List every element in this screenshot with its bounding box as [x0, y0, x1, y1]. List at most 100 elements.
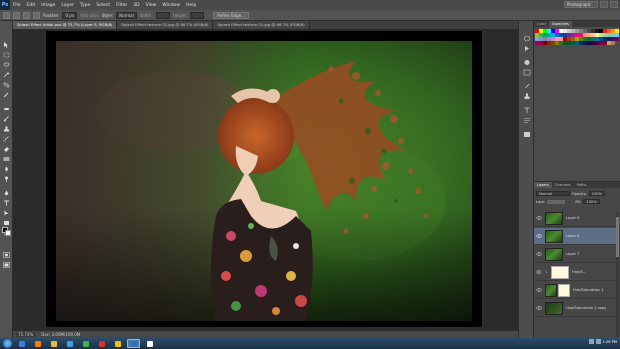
visibility-eye-icon[interactable]: [536, 287, 542, 293]
taskbar-app-other[interactable]: [143, 339, 156, 348]
layers-scrollbar[interactable]: [616, 212, 619, 337]
network-icon[interactable]: [588, 339, 594, 344]
tab-splash-effect-initial[interactable]: Splash Effect Initial.psd @ 75.7% (Layer…: [13, 21, 118, 29]
menu-view[interactable]: View: [143, 3, 160, 8]
tab-texture-02[interactable]: Splash Effect texture 02.jpg @ 66.7% (RG…: [117, 21, 214, 29]
history-brush-tool-icon[interactable]: [2, 127, 10, 142]
info-panel-icon[interactable]: [523, 51, 531, 65]
healing-brush-tool-icon[interactable]: [3, 97, 10, 110]
layer-row-selected[interactable]: Layer 8: [534, 228, 616, 245]
quick-selection-tool-icon[interactable]: [3, 63, 10, 78]
layer-row[interactable]: Hue/Saturation 2 copy: [534, 300, 616, 317]
pen-tool-icon[interactable]: [3, 181, 10, 196]
character-panel-icon[interactable]: [523, 99, 531, 113]
marquee-tool-preset-icon[interactable]: [3, 11, 10, 19]
media-icon: [66, 340, 73, 347]
tab-channels[interactable]: Channels: [552, 182, 574, 188]
splash-effect-photo[interactable]: [56, 41, 472, 321]
volume-icon[interactable]: [595, 339, 601, 344]
gradient-tool-icon[interactable]: [3, 147, 10, 161]
menu-filter[interactable]: Filter: [113, 3, 130, 8]
adjustment-layer-row[interactable]: ↳ Hue/S...: [534, 264, 616, 281]
type-tool-icon[interactable]: [3, 191, 10, 206]
taskbar-app-media[interactable]: [63, 339, 76, 348]
taskbar-app-explorer[interactable]: [47, 339, 60, 348]
shape-tool-icon[interactable]: [3, 211, 10, 225]
marquee-tool-icon[interactable]: [3, 43, 10, 58]
tab-paths[interactable]: Paths: [574, 182, 590, 188]
blur-tool-icon[interactable]: [3, 157, 10, 172]
maximize-button[interactable]: [600, 1, 608, 8]
menu-file[interactable]: File: [10, 3, 24, 8]
taskbar-app-firefox[interactable]: [31, 339, 44, 348]
lasso-tool-icon[interactable]: [3, 53, 10, 67]
background-color-swatch[interactable]: [5, 230, 11, 236]
zoom-level[interactable]: 75.74%: [16, 332, 36, 337]
tab-layers[interactable]: Layers: [534, 182, 552, 188]
brush-panel-icon[interactable]: [523, 75, 531, 89]
layer-row[interactable]: Layer 6: [534, 210, 616, 227]
lock-icon[interactable]: [547, 199, 566, 204]
history-panel-icon[interactable]: [523, 27, 531, 42]
anti-alias-checkbox[interactable]: Anti-alias: [80, 13, 99, 18]
document-canvas[interactable]: [46, 31, 482, 327]
taskbar-app-folder[interactable]: [111, 339, 124, 348]
start-button[interactable]: [3, 339, 12, 348]
new-selection-icon[interactable]: [13, 11, 20, 19]
visibility-eye-icon[interactable]: [536, 251, 542, 257]
canvas-area[interactable]: [13, 29, 518, 331]
close-button[interactable]: [610, 1, 618, 8]
clone-source-panel-icon[interactable]: [523, 85, 531, 99]
menu-type[interactable]: Type: [77, 3, 93, 8]
feather-input[interactable]: 0 px: [62, 11, 78, 19]
minimize-button[interactable]: [590, 1, 598, 8]
menu-edit[interactable]: Edit: [24, 3, 39, 8]
blend-mode-select[interactable]: Normal: [536, 191, 570, 196]
height-input[interactable]: [190, 11, 205, 19]
path-selection-tool-icon[interactable]: [3, 201, 10, 216]
taskbar-app-ie[interactable]: [15, 339, 28, 348]
style-select[interactable]: Normal: [116, 11, 137, 19]
menu-3d[interactable]: 3D: [130, 3, 142, 8]
taskbar-app-chrome[interactable]: [79, 339, 92, 348]
taskbar-app-opera[interactable]: [95, 339, 108, 348]
width-input[interactable]: [155, 11, 170, 19]
visibility-eye-icon[interactable]: [536, 305, 542, 311]
layer-row[interactable]: Layer 7: [534, 246, 616, 263]
menu-help[interactable]: Help: [183, 3, 199, 8]
menu-window[interactable]: Window: [159, 3, 183, 8]
menu-select[interactable]: Select: [93, 3, 113, 8]
visibility-eye-icon[interactable]: [536, 233, 542, 239]
tab-texture-01[interactable]: Splash Effect texture 01.jpg @ 66.7% (RG…: [213, 21, 310, 29]
visibility-eye-icon[interactable]: [536, 215, 542, 221]
crop-tool-icon[interactable]: [3, 73, 10, 88]
eyedropper-tool-icon[interactable]: [3, 83, 10, 98]
paragraph-panel-icon[interactable]: [523, 109, 531, 123]
brush-tool-icon[interactable]: [3, 107, 10, 122]
menu-image[interactable]: Image: [38, 3, 58, 8]
clone-stamp-tool-icon[interactable]: [3, 117, 10, 132]
eraser-tool-icon[interactable]: [3, 137, 10, 152]
adjustment-layer-row[interactable]: Hue/Saturation 1: [534, 282, 616, 299]
menu-layer[interactable]: Layer: [58, 3, 77, 8]
tab-swatches[interactable]: Swatches: [549, 21, 572, 27]
add-selection-icon[interactable]: [23, 11, 30, 19]
move-tool-icon[interactable]: [3, 33, 10, 48]
clock[interactable]: 1:26 PM: [603, 340, 617, 344]
visibility-eye-icon[interactable]: [536, 269, 542, 275]
color-swatch[interactable]: [615, 37, 619, 41]
properties-panel-icon[interactable]: [523, 123, 531, 137]
actions-panel-icon[interactable]: [523, 37, 531, 51]
screen-mode-icon[interactable]: [3, 253, 10, 268]
taskbar-app-photoshop[interactable]: [127, 339, 140, 348]
fill-input[interactable]: 100%: [583, 199, 600, 204]
refine-edge-button[interactable]: Refine Edge...: [213, 11, 249, 19]
opacity-input[interactable]: 100%: [588, 191, 606, 196]
color-swatch[interactable]: [611, 41, 615, 45]
quick-mask-icon[interactable]: [3, 243, 10, 258]
navigator-panel-icon[interactable]: [523, 61, 531, 76]
tab-color[interactable]: Color: [534, 21, 549, 27]
subtract-selection-icon[interactable]: [33, 11, 40, 19]
dodge-tool-icon[interactable]: [3, 167, 10, 182]
scroll-thumb[interactable]: [616, 217, 619, 257]
